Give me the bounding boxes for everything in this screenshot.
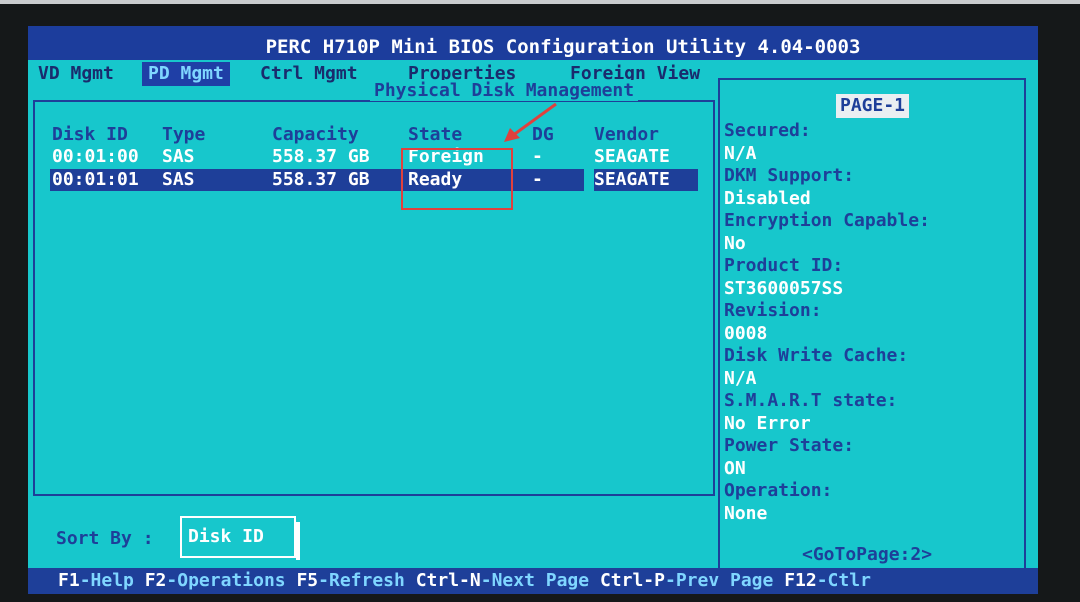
footer-text: -Ctlr xyxy=(816,570,871,591)
detail-value: ON xyxy=(724,457,746,479)
footer-key: F1 xyxy=(58,570,80,591)
footer-key: Ctrl-N xyxy=(415,570,481,591)
header-vendor: Vendor xyxy=(594,124,660,145)
annotation-arrow-icon xyxy=(504,102,557,142)
page-indicator: PAGE-1 xyxy=(836,94,910,118)
row-type: SAS xyxy=(162,146,195,167)
tab-ctrl-mgmt[interactable]: Ctrl Mgmt xyxy=(254,62,364,86)
row-type: SAS xyxy=(162,169,195,190)
row-disk-id: 00:01:00 xyxy=(52,146,139,167)
row-vendor: SEAGATE xyxy=(594,146,670,167)
annotation-box xyxy=(401,148,513,210)
footer-keys: F1-Help F2-Operations F5-Refresh Ctrl-N-… xyxy=(28,568,1038,594)
detail-value: No xyxy=(724,232,746,254)
tab-vd-mgmt[interactable]: VD Mgmt xyxy=(32,62,120,86)
detail-label: Power State: xyxy=(724,435,855,456)
detail-label: Disk Write Cache: xyxy=(724,345,909,366)
header-capacity: Capacity xyxy=(272,124,359,145)
row-disk-id: 00:01:01 xyxy=(52,169,139,190)
detail-label: Encryption Capable: xyxy=(724,210,930,231)
row-vendor: SEAGATE xyxy=(594,169,670,190)
detail-value: None xyxy=(724,502,768,524)
footer-text: -Refresh xyxy=(318,570,405,591)
detail-label: Operation: xyxy=(724,480,833,501)
footer-key: F2 xyxy=(144,570,167,591)
goto-page-link[interactable]: <GoToPage:2> xyxy=(802,544,932,565)
tab-pd-mgmt[interactable]: PD Mgmt xyxy=(142,62,230,86)
detail-value: N/A xyxy=(724,367,757,389)
footer-text: -Operations xyxy=(166,570,286,591)
bios-screen: PERC H710P Mini BIOS Configuration Utili… xyxy=(28,26,1038,594)
header-state: State xyxy=(408,124,463,145)
detail-label: Product ID: xyxy=(724,255,844,276)
panel-title: Physical Disk Management xyxy=(370,80,639,101)
table-header: Disk ID Type Capacity State DG Vendor xyxy=(50,124,700,146)
footer-text: -Help xyxy=(79,570,134,591)
detail-label: Secured: xyxy=(724,120,811,141)
row-capacity: 558.37 GB xyxy=(272,169,370,190)
detail-label: S.M.A.R.T state: xyxy=(724,390,898,411)
app-title: PERC H710P Mini BIOS Configuration Utili… xyxy=(265,36,861,58)
footer-key: F12 xyxy=(784,570,817,591)
detail-value: Disabled xyxy=(724,187,811,209)
sort-by-button[interactable]: Disk ID xyxy=(180,516,300,560)
footer-text: -Next Page xyxy=(480,570,590,591)
monitor-bezel: PERC H710P Mini BIOS Configuration Utili… xyxy=(0,4,1080,602)
table-row-selected[interactable]: 00:01:01 SAS 558.37 GB Ready - SEAGATE xyxy=(50,169,700,191)
detail-value: N/A xyxy=(724,142,757,164)
detail-value: No Error xyxy=(724,412,811,434)
footer-key: Ctrl-P xyxy=(599,570,665,591)
disk-details: Secured: N/A DKM Support: Disabled Encry… xyxy=(724,120,930,525)
row-dg: - xyxy=(532,146,543,167)
title-bar: PERC H710P Mini BIOS Configuration Utili… xyxy=(28,26,1038,60)
detail-value: 0008 xyxy=(724,322,768,344)
table-row[interactable]: 00:01:00 SAS 558.37 GB Foreign - SEAGATE xyxy=(50,146,700,168)
detail-value: ST3600057SS xyxy=(724,277,844,299)
detail-label: Revision: xyxy=(724,300,822,321)
header-type: Type xyxy=(162,124,206,145)
footer-text: -Prev Page xyxy=(664,570,774,591)
header-disk-id: Disk ID xyxy=(52,124,128,145)
row-dg: - xyxy=(532,169,543,190)
footer-key: F5 xyxy=(296,570,319,591)
sort-label: Sort By : xyxy=(56,528,154,549)
row-capacity: 558.37 GB xyxy=(272,146,370,167)
detail-label: DKM Support: xyxy=(724,165,855,186)
